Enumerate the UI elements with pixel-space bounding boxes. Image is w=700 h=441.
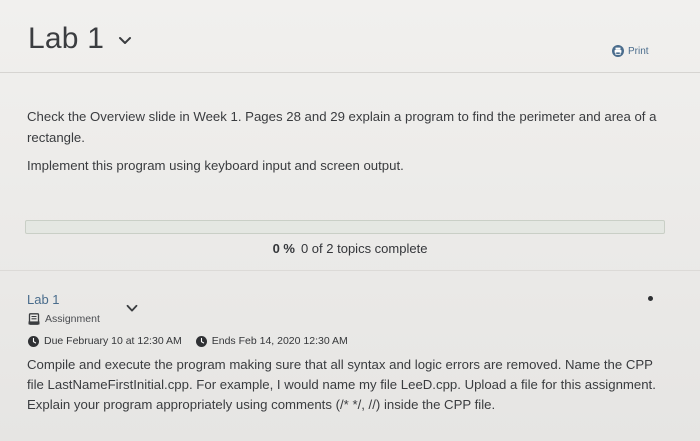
- topic-type: Assignment: [28, 313, 100, 325]
- end-date-label: Ends Feb 14, 2020 12:30 AM: [211, 335, 348, 347]
- description-paragraph-1: Check the Overview slide in Week 1. Page…: [27, 109, 657, 145]
- clock-icon: [28, 335, 39, 347]
- clock-icon: [195, 335, 207, 347]
- assignment-icon: [28, 313, 40, 325]
- chevron-down-icon[interactable]: [118, 36, 132, 50]
- page-title: Lab 1: [28, 22, 105, 55]
- unread-dot-icon: [648, 296, 653, 301]
- progress-topics-label: 0 of 2 topics complete: [300, 241, 428, 256]
- chevron-down-icon[interactable]: [126, 300, 138, 312]
- title-row: Lab 1: [28, 22, 132, 56]
- topic-description: Compile and execute the program making s…: [27, 357, 656, 412]
- due-date-label: Due February 10 at 12:30 AM: [44, 335, 182, 347]
- progress-summary: 0 % 0 of 2 topics complete: [0, 241, 700, 256]
- progress-percent: 0 %: [272, 241, 295, 256]
- description-paragraph-2: Implement this program using keyboard in…: [27, 158, 404, 173]
- section-divider: [0, 270, 700, 271]
- print-label: Print: [628, 45, 649, 57]
- due-date: Due February 10 at 12:30 AM: [28, 335, 182, 347]
- topic-type-label: Assignment: [45, 313, 100, 325]
- progress-bar: [25, 220, 665, 234]
- print-button[interactable]: Print: [612, 45, 649, 57]
- header-divider: [0, 72, 700, 73]
- end-date: Ends Feb 14, 2020 12:30 AM: [195, 335, 348, 347]
- content-page: Lab 1 Print Check the Overview slide in …: [0, 0, 700, 441]
- topic-title-link[interactable]: Lab 1: [27, 292, 60, 307]
- printer-icon: [612, 45, 624, 57]
- topic-dates: Due February 10 at 12:30 AM Ends Feb 14,…: [28, 335, 348, 347]
